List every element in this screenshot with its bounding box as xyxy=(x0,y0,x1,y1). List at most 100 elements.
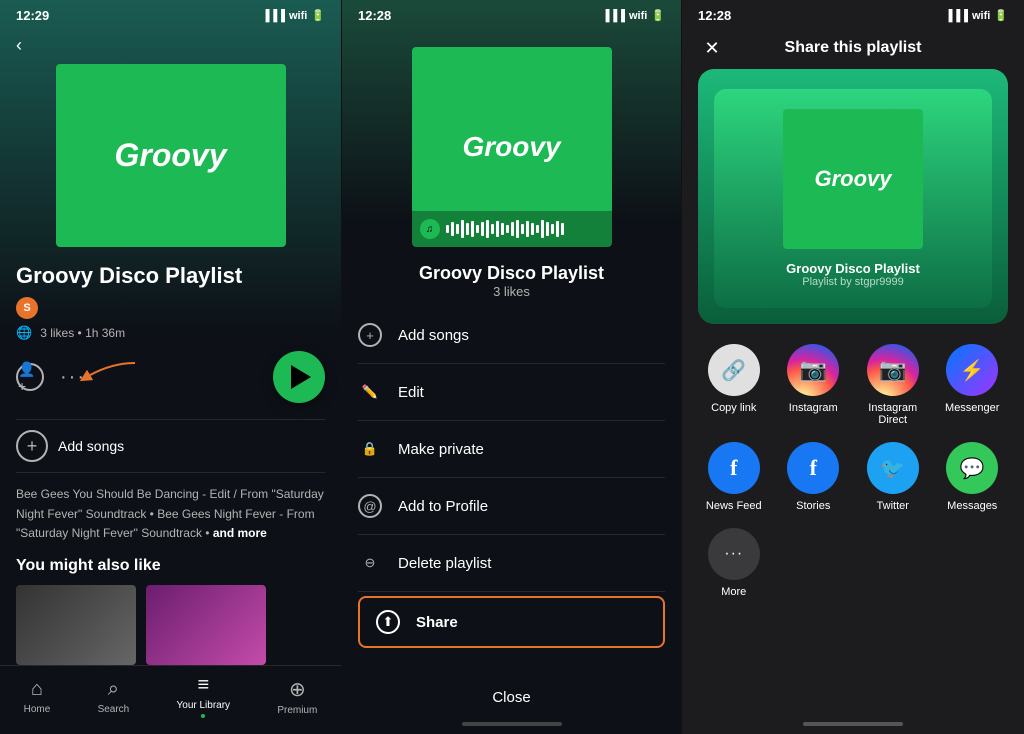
menu-add-profile-label: Add to Profile xyxy=(398,498,488,515)
person-icon: @ xyxy=(358,494,382,518)
panel-share: 12:28 ▐▐▐ wifi 🔋 ✕ Share this playlist G… xyxy=(682,0,1024,734)
search-icon: ⌕ xyxy=(108,678,119,701)
instagram-icon: 📷 xyxy=(787,344,839,396)
creator-badge: S xyxy=(16,297,38,319)
bottom-nav-1: ⌂ Home ⌕ Search ≡ Your Library ⊕ Premium xyxy=(0,665,341,734)
nav-home[interactable]: ⌂ Home xyxy=(24,678,51,715)
spotify-bar: ♫ xyxy=(412,211,612,247)
wave-bar xyxy=(456,224,459,234)
share-option-stories[interactable]: f Stories xyxy=(787,442,839,512)
share-card: Groovy Groovy Disco Playlist Playlist by… xyxy=(698,69,1008,324)
share-card-inner: Groovy Groovy Disco Playlist Playlist by… xyxy=(714,89,992,308)
share-option-news-feed[interactable]: f News Feed xyxy=(706,442,762,512)
wave-bar xyxy=(491,224,494,234)
menu-item-share[interactable]: ⬆ Share xyxy=(358,596,665,648)
menu-item-make-private[interactable]: 🔒 Make private xyxy=(358,421,665,478)
album-art-1: Groovy xyxy=(56,64,286,247)
active-indicator xyxy=(201,714,205,718)
more-options-button[interactable]: ··· xyxy=(60,366,86,389)
wave-bar xyxy=(536,225,539,233)
wave-bar xyxy=(556,221,559,237)
share-option-instagram-direct[interactable]: 📷 Instagram Direct xyxy=(857,344,929,426)
nav-premium[interactable]: ⊕ Premium xyxy=(277,677,317,716)
wave-bar xyxy=(446,225,449,233)
globe-icon: 🌐 xyxy=(16,325,32,341)
wave-bar xyxy=(561,223,564,235)
panel2-likes: 3 likes xyxy=(342,284,681,299)
add-songs-row[interactable]: + Add songs xyxy=(16,419,325,473)
share-album-art-title: Groovy xyxy=(814,166,891,192)
back-button[interactable]: ‹ xyxy=(0,27,341,64)
wave-bar xyxy=(516,220,519,238)
meta-text: 3 likes • 1h 36m xyxy=(40,326,125,340)
share-actions: 🔗 Copy link 📷 Instagram 📷 Instagram Dire… xyxy=(682,324,1024,706)
menu-edit-label: Edit xyxy=(398,384,424,401)
suggestion-thumb-1[interactable] xyxy=(16,585,136,665)
close-x-button[interactable]: ✕ xyxy=(698,34,726,62)
status-bar-1: 12:29 ▐▐▐ wifi 🔋 xyxy=(0,0,341,27)
nav-search[interactable]: ⌕ Search xyxy=(98,678,130,715)
wave-bar xyxy=(496,221,499,237)
stories-icon: f xyxy=(787,442,839,494)
share-option-copy-link[interactable]: 🔗 Copy link xyxy=(708,344,760,426)
share-title: Share this playlist xyxy=(785,39,922,57)
close-button[interactable]: Close xyxy=(342,673,681,722)
action-row: 👤+ ··· xyxy=(16,351,325,403)
panel2-album-art: Groovy ♫ xyxy=(412,47,612,247)
battery-icon-3: 🔋 xyxy=(994,9,1008,22)
songs-preview: Bee Gees You Should Be Dancing - Edit / … xyxy=(16,485,325,543)
bottom-bar-3 xyxy=(803,722,903,726)
share-option-more[interactable]: ··· More xyxy=(708,528,760,598)
waveform xyxy=(446,220,604,238)
share-option-instagram[interactable]: 📷 Instagram xyxy=(787,344,839,426)
lock-icon: 🔒 xyxy=(358,437,382,461)
panel-playlist-view: 12:29 ▐▐▐ wifi 🔋 ‹ Groovy Groovy Disco P… xyxy=(0,0,341,734)
share-album-art: Groovy xyxy=(783,109,923,249)
menu-share-label: Share xyxy=(416,614,458,631)
share-card-text: Groovy Disco Playlist Playlist by stgpr9… xyxy=(786,261,920,288)
menu-item-add-songs[interactable]: + Add songs xyxy=(358,307,665,364)
messages-icon: 💬 xyxy=(946,442,998,494)
messenger-icon: ⚡ xyxy=(946,344,998,396)
share-option-messenger[interactable]: ⚡ Messenger xyxy=(945,344,999,426)
panel2-playlist-name: Groovy Disco Playlist xyxy=(342,263,681,284)
edit-icon: ✏️ xyxy=(358,380,382,404)
status-bar-3: 12:28 ▐▐▐ wifi 🔋 xyxy=(682,0,1024,27)
share-card-by: Playlist by stgpr9999 xyxy=(786,276,920,288)
share-option-twitter[interactable]: 🐦 Twitter xyxy=(867,442,919,512)
meta-row: 🌐 3 likes • 1h 36m xyxy=(16,325,325,341)
instagram-direct-icon: 📷 xyxy=(867,344,919,396)
menu-item-add-to-profile[interactable]: @ Add to Profile xyxy=(358,478,665,535)
plus-icon: + xyxy=(16,430,48,462)
status-icons-1: ▐▐▐ wifi 🔋 xyxy=(262,9,325,22)
wave-bar xyxy=(541,220,544,238)
play-icon xyxy=(291,365,311,389)
menu-item-delete[interactable]: ⊖ Delete playlist xyxy=(358,535,665,592)
follow-button[interactable]: 👤+ xyxy=(16,363,44,391)
twitter-icon: 🐦 xyxy=(867,442,919,494)
wifi-icon: wifi xyxy=(289,10,307,22)
menu-item-edit[interactable]: ✏️ Edit xyxy=(358,364,665,421)
suggestion-thumb-2[interactable] xyxy=(146,585,266,665)
play-button[interactable] xyxy=(273,351,325,403)
time-1: 12:29 xyxy=(16,8,49,23)
messenger-label: Messenger xyxy=(945,402,999,414)
signal-icon-3: ▐▐▐ xyxy=(945,10,968,22)
wifi-icon-3: wifi xyxy=(972,10,990,22)
nav-library[interactable]: ≡ Your Library xyxy=(177,674,231,718)
share-option-messages[interactable]: 💬 Messages xyxy=(946,442,998,512)
instagram-direct-label: Instagram Direct xyxy=(857,402,929,426)
panel2-info: Groovy Disco Playlist 3 likes xyxy=(342,263,681,299)
more-label: More xyxy=(721,586,746,598)
wave-bar xyxy=(546,222,549,236)
premium-icon: ⊕ xyxy=(289,677,306,702)
share-icon: ⬆ xyxy=(376,610,400,634)
wave-bar xyxy=(461,220,464,238)
wave-bar xyxy=(471,221,474,237)
news-feed-icon: f xyxy=(708,442,760,494)
time-3: 12:28 xyxy=(698,8,731,23)
share-card-playlist-name: Groovy Disco Playlist xyxy=(786,261,920,276)
bottom-bar-2 xyxy=(462,722,562,726)
more-icon: ··· xyxy=(708,528,760,580)
context-menu-list: + Add songs ✏️ Edit 🔒 Make private @ Add… xyxy=(342,307,681,673)
